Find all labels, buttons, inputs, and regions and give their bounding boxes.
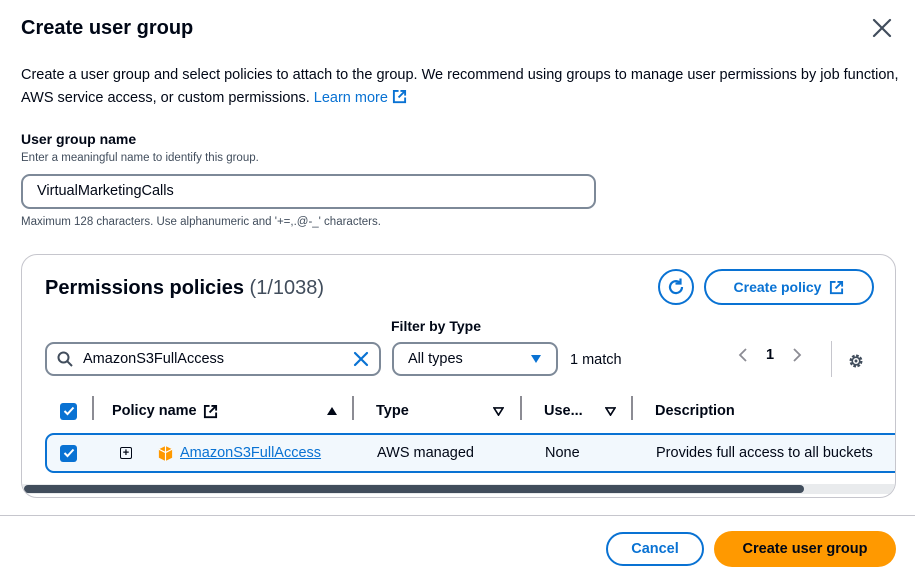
policy-name-header-label: Policy name <box>112 403 197 419</box>
group-name-label: User group name <box>21 131 137 147</box>
sort-ascending-button[interactable] <box>326 399 338 423</box>
policy-search-input[interactable]: AmazonS3FullAccess <box>45 342 381 376</box>
group-name-constraint: Maximum 128 characters. Use alphanumeric… <box>21 216 381 228</box>
intro-paragraph: Create a user group and select policies … <box>21 64 901 110</box>
page-number[interactable]: 1 <box>766 347 774 363</box>
sort-ascending-icon <box>327 407 337 415</box>
filter-by-type-label: Filter by Type <box>391 318 481 334</box>
type-filter-value: All types <box>408 351 463 367</box>
used-as-header-label: Use... <box>544 403 583 419</box>
table-row[interactable]: + AmazonS3FullAccess AWS managed None Pr… <box>45 433 895 473</box>
column-header-used-as[interactable]: Use... <box>544 399 583 423</box>
chevron-left-icon[interactable] <box>738 347 748 363</box>
sort-caret-icon <box>605 406 616 416</box>
checkbox-checked-icon <box>60 402 77 420</box>
external-link-icon <box>830 280 844 294</box>
policy-description-cell: Provides full access to all buckets <box>656 445 873 461</box>
policy-count: (1/1038) <box>249 277 325 299</box>
create-user-group-button[interactable]: Create user group <box>714 531 896 567</box>
checkbox-checked-icon <box>60 444 77 462</box>
type-filter-select[interactable]: All types <box>392 342 558 376</box>
intro-text: Create a user group and select policies … <box>21 67 899 106</box>
create-policy-button[interactable]: Create policy <box>704 269 874 305</box>
close-button[interactable] <box>868 14 896 42</box>
row-expand-button[interactable]: + <box>120 435 132 471</box>
column-header-policy-name[interactable]: Policy name <box>112 399 218 423</box>
policy-name-link[interactable]: AmazonS3FullAccess <box>180 445 321 461</box>
group-name-input[interactable]: VirtualMarketingCalls <box>21 174 596 209</box>
column-header-description[interactable]: Description <box>655 399 735 423</box>
refresh-button[interactable] <box>658 269 694 305</box>
row-checkbox[interactable] <box>60 435 77 471</box>
horizontal-scrollbar[interactable] <box>22 484 895 494</box>
panel-title-text: Permissions policies <box>45 277 244 299</box>
table-settings-button[interactable] <box>844 349 868 373</box>
expand-icon: + <box>120 447 132 459</box>
chevron-right-icon[interactable] <box>792 347 802 363</box>
type-sort-button[interactable] <box>493 399 504 423</box>
external-link-icon <box>392 89 406 104</box>
close-icon <box>872 18 892 38</box>
permissions-policies-panel: Permissions policies (1/1038) Create pol… <box>21 254 896 498</box>
clear-icon[interactable] <box>353 351 369 367</box>
pager-divider <box>831 341 832 377</box>
search-value: AmazonS3FullAccess <box>83 351 225 367</box>
aws-policy-icon <box>158 445 173 461</box>
settings-icon <box>849 354 863 368</box>
policy-used-as-cell: None <box>545 445 580 461</box>
learn-more-link[interactable]: Learn more <box>313 89 407 106</box>
external-link-icon <box>203 404 217 418</box>
panel-title: Permissions policies (1/1038) <box>45 277 324 300</box>
group-name-description: Enter a meaningful name to identify this… <box>21 152 259 164</box>
column-divider <box>352 396 354 420</box>
column-divider <box>520 396 522 420</box>
match-count: 1 match <box>570 352 622 368</box>
select-all-checkbox[interactable] <box>60 399 77 423</box>
modal-title: Create user group <box>21 17 194 39</box>
column-divider <box>92 396 94 420</box>
scrollbar-thumb[interactable] <box>24 485 804 493</box>
pagination: 1 <box>738 347 802 363</box>
search-icon <box>57 351 73 367</box>
sort-caret-icon <box>493 406 504 416</box>
type-header-label: Type <box>376 403 409 419</box>
policy-type-cell: AWS managed <box>377 445 474 461</box>
footer-divider <box>0 515 915 516</box>
column-header-type[interactable]: Type <box>376 399 409 423</box>
learn-more-label: Learn more <box>313 90 388 106</box>
create-policy-label: Create policy <box>733 279 822 295</box>
column-divider <box>631 396 633 420</box>
cancel-button[interactable]: Cancel <box>606 532 704 566</box>
refresh-icon <box>668 278 684 295</box>
used-as-sort-button[interactable] <box>605 399 616 423</box>
policy-name-cell: AmazonS3FullAccess <box>157 435 321 471</box>
description-header-label: Description <box>655 403 735 419</box>
caret-down-icon <box>531 355 541 363</box>
